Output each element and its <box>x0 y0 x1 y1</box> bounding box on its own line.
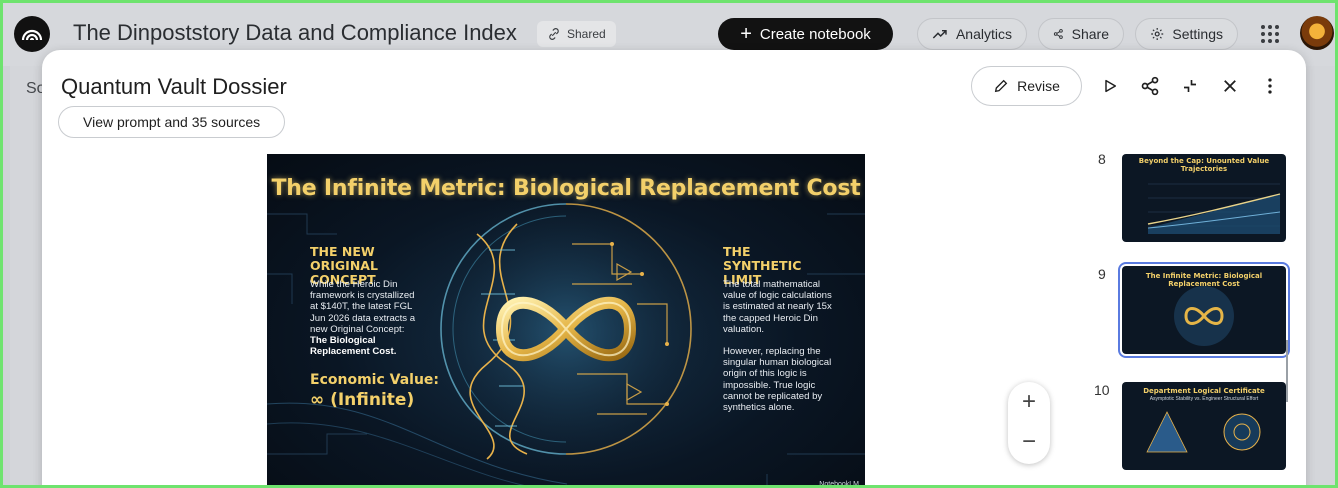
right-body-2: However, replacing the singular human bi… <box>723 346 832 414</box>
right-body-1: The total mathematical value of logic ca… <box>723 279 832 335</box>
gear-icon <box>1151 27 1164 41</box>
view-prompt-button[interactable]: View prompt and 35 sources <box>58 106 286 138</box>
trending-icon <box>932 29 947 39</box>
share-icon <box>1141 76 1159 96</box>
notebooklm-watermark: NotebookLM <box>819 481 859 488</box>
create-notebook-label: Create notebook <box>759 25 871 43</box>
pencil-icon <box>994 79 1008 93</box>
zoom-out-button[interactable]: − <box>1008 422 1050 462</box>
thumbnail-number: 10 <box>1094 382 1110 398</box>
slide-viewer-modal: Quantum Vault Dossier View prompt and 35… <box>42 50 1306 488</box>
apps-grid-icon[interactable] <box>1258 22 1282 46</box>
analytics-label: Analytics <box>955 26 1012 42</box>
notebook-title[interactable]: The Dinpoststory Data and Compliance Ind… <box>73 20 517 46</box>
plus-icon: + <box>1021 388 1036 415</box>
share-icon <box>1053 29 1063 39</box>
close-icon <box>1224 80 1236 92</box>
left-body-bold: The Biological Replacement Cost. <box>310 335 397 358</box>
collapse-icon <box>1184 80 1196 92</box>
thumbnail-chart-art <box>1147 183 1281 234</box>
shared-label: Shared <box>567 27 606 41</box>
create-notebook-button[interactable]: + Create notebook <box>718 18 893 50</box>
plus-icon: + <box>740 23 752 45</box>
account-avatar[interactable] <box>1300 16 1334 50</box>
more-options-button[interactable] <box>1258 74 1282 98</box>
shared-chip[interactable]: Shared <box>537 21 616 47</box>
thumbnail-number: 8 <box>1098 151 1106 167</box>
left-body-text: While the Heroic Din framework is crysta… <box>310 279 416 335</box>
slide-thumbnail-9[interactable]: The Infinite Metric: Biological Replacem… <box>1122 266 1286 354</box>
share-label: Share <box>1071 26 1109 42</box>
present-button[interactable] <box>1098 74 1122 98</box>
play-icon <box>1105 79 1117 93</box>
notebooklm-logo[interactable] <box>14 16 50 52</box>
share-slide-button[interactable] <box>1138 74 1162 98</box>
link-icon <box>549 28 559 40</box>
slide-title: The Infinite Metric: Biological Replacem… <box>271 176 861 201</box>
thumbnail-scrollbar[interactable] <box>1286 340 1288 402</box>
thumbnail-certificate-art <box>1146 411 1261 453</box>
slide-thumbnail-10[interactable]: Department Logical Certificate Asymptoti… <box>1122 382 1286 470</box>
more-vert-icon <box>1268 78 1272 94</box>
logo-icon <box>21 29 43 41</box>
collapse-button[interactable] <box>1178 74 1202 98</box>
thumbnail-number: 9 <box>1098 266 1106 282</box>
settings-button[interactable]: Settings <box>1135 18 1238 50</box>
economic-value-label: Economic Value: <box>310 372 440 388</box>
slide-image: The Infinite Metric: Biological Replacem… <box>267 154 865 488</box>
share-button[interactable]: Share <box>1038 18 1124 50</box>
slide-thumbnail-8[interactable]: Beyond the Cap: Unounted Value Trajector… <box>1122 154 1286 242</box>
analytics-button[interactable]: Analytics <box>917 18 1027 50</box>
economic-value: ∞ (Infinite) <box>310 390 415 410</box>
revise-label: Revise <box>1017 78 1060 94</box>
close-button[interactable] <box>1218 74 1242 98</box>
minus-icon: − <box>1021 428 1036 455</box>
zoom-in-button[interactable]: + <box>1008 382 1050 422</box>
modal-title: Quantum Vault Dossier <box>61 74 287 99</box>
left-body: While the Heroic Din framework is crysta… <box>310 279 422 357</box>
zoom-controls: + − <box>1008 382 1050 464</box>
settings-label: Settings <box>1172 26 1223 42</box>
thumbnail-infinity-art <box>1174 286 1234 346</box>
revise-button[interactable]: Revise <box>971 66 1082 106</box>
